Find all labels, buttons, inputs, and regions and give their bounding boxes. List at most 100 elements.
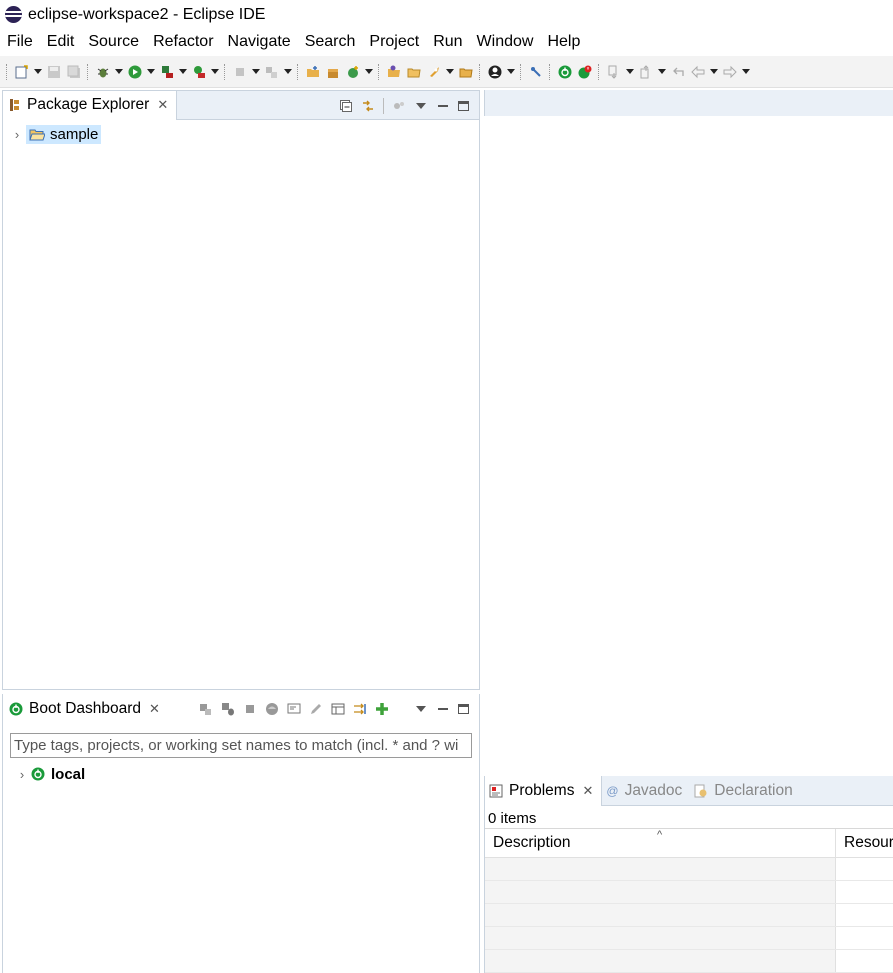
profile-icon[interactable] xyxy=(485,62,505,82)
debug-icon[interactable] xyxy=(93,62,113,82)
menu-file[interactable]: File xyxy=(7,33,33,51)
sort-caret-icon: ^ xyxy=(657,829,663,841)
maximize-icon[interactable] xyxy=(458,100,469,111)
toolbar-separator xyxy=(224,63,227,80)
new-dropdown[interactable] xyxy=(32,62,44,82)
external-tools-icon[interactable] xyxy=(189,62,209,82)
menu-window[interactable]: Window xyxy=(477,33,534,51)
column-header-resource[interactable]: Resourc xyxy=(836,829,893,857)
tab-label: Declaration xyxy=(714,781,793,799)
spring-boot-icon xyxy=(9,702,23,715)
boot-dashboard-tools xyxy=(198,694,390,723)
chevron-right-icon[interactable]: › xyxy=(16,767,28,782)
stop-icon[interactable] xyxy=(242,701,258,717)
tree-item-selection[interactable]: sample xyxy=(26,124,102,144)
tree-item-label: sample xyxy=(50,125,99,143)
title-bar: eclipse-workspace2 - Eclipse IDE xyxy=(0,0,893,29)
maximize-icon[interactable] xyxy=(458,703,469,714)
menu-bar: File Edit Source Refactor Navigate Searc… xyxy=(0,29,893,54)
run-icon[interactable] xyxy=(125,62,145,82)
profile-dropdown[interactable] xyxy=(505,62,517,82)
tree-item-label: local xyxy=(51,765,86,783)
spring-boot-icon[interactable] xyxy=(555,62,575,82)
close-icon[interactable]: ✕ xyxy=(157,97,168,113)
expose-icon[interactable] xyxy=(352,701,368,717)
tree-item-local[interactable]: › local xyxy=(3,762,479,786)
problems-tabbar: Problems ✕ @ Javadoc Declaration xyxy=(485,775,893,806)
toolbar-separator xyxy=(549,63,552,80)
tree-item-sample[interactable]: › sample xyxy=(3,122,479,146)
new-icon[interactable] xyxy=(12,62,32,82)
pin-icon[interactable] xyxy=(526,62,546,82)
console-icon[interactable] xyxy=(286,701,302,717)
external-tools-dropdown[interactable] xyxy=(209,62,221,82)
editor-area[interactable] xyxy=(484,90,893,772)
skip-dropdown xyxy=(282,62,294,82)
minimize-icon[interactable] xyxy=(436,702,450,716)
link-with-editor-icon[interactable] xyxy=(361,99,375,113)
collapse-all-icon[interactable] xyxy=(339,99,353,113)
table-row xyxy=(485,927,893,950)
menu-run[interactable]: Run xyxy=(433,33,462,51)
problems-view: Problems ✕ @ Javadoc Declaration 0 items… xyxy=(484,775,893,973)
tab-boot-dashboard[interactable]: Boot Dashboard ✕ xyxy=(3,694,168,723)
toolbar-separator xyxy=(87,63,90,80)
table-cell xyxy=(485,858,836,880)
filters-icon[interactable] xyxy=(392,99,406,113)
filter-input[interactable] xyxy=(14,737,468,754)
minimize-icon[interactable] xyxy=(436,99,450,113)
edit-icon[interactable] xyxy=(308,701,324,717)
open-resource-icon[interactable] xyxy=(404,62,424,82)
spring-boot-icon xyxy=(31,767,45,781)
toolbar-separator xyxy=(598,63,601,80)
add-icon[interactable] xyxy=(374,701,390,717)
menu-search[interactable]: Search xyxy=(305,33,356,51)
table-cell xyxy=(485,950,836,972)
filter-field[interactable] xyxy=(10,733,472,758)
open-folder-icon[interactable] xyxy=(456,62,476,82)
run-dropdown[interactable] xyxy=(145,62,157,82)
back-dropdown xyxy=(708,62,720,82)
boot-dashboard-view: Boot Dashboard ✕ › local xyxy=(2,694,480,973)
properties-icon[interactable] xyxy=(330,701,346,717)
next-annotation-icon xyxy=(604,62,624,82)
open-browser-icon[interactable] xyxy=(264,701,280,717)
coverage-dropdown[interactable] xyxy=(177,62,189,82)
toolbar-separator xyxy=(479,63,482,80)
new-package-icon[interactable] xyxy=(323,62,343,82)
menu-project[interactable]: Project xyxy=(369,33,419,51)
debug-start-icon[interactable] xyxy=(220,701,236,717)
chevron-right-icon[interactable]: › xyxy=(11,127,23,142)
toolbar-separator xyxy=(297,63,300,80)
new-class-icon[interactable] xyxy=(343,62,363,82)
rocket-dropdown[interactable] xyxy=(444,62,456,82)
tab-javadoc[interactable]: @ Javadoc xyxy=(602,776,690,806)
prev-annotation-icon xyxy=(636,62,656,82)
menu-navigate[interactable]: Navigate xyxy=(228,33,291,51)
table-cell xyxy=(836,927,893,949)
view-menu-icon[interactable] xyxy=(414,99,428,113)
debug-dropdown[interactable] xyxy=(113,62,125,82)
menu-source[interactable]: Source xyxy=(88,33,139,51)
table-cell xyxy=(485,904,836,926)
menu-help[interactable]: Help xyxy=(547,33,580,51)
new-class-dropdown[interactable] xyxy=(363,62,375,82)
tab-label: Javadoc xyxy=(624,781,683,799)
table-cell xyxy=(836,950,893,972)
open-type-icon[interactable] xyxy=(384,62,404,82)
boot-dashboard-view-tools xyxy=(414,694,469,723)
view-menu-icon[interactable] xyxy=(414,702,428,716)
tab-package-explorer[interactable]: Package Explorer ✕ xyxy=(3,90,178,120)
close-icon[interactable]: ✕ xyxy=(149,701,160,717)
close-icon[interactable]: ✕ xyxy=(582,783,593,799)
package-explorer-view: Package Explorer ✕ › sample xyxy=(2,90,480,690)
menu-edit[interactable]: Edit xyxy=(47,33,75,51)
start-icon[interactable] xyxy=(198,701,214,717)
tab-declaration[interactable]: Declaration xyxy=(690,776,800,806)
tab-problems[interactable]: Problems ✕ xyxy=(485,775,603,806)
new-java-project-icon[interactable] xyxy=(303,62,323,82)
rocket-icon[interactable] xyxy=(424,62,444,82)
coverage-icon[interactable] xyxy=(157,62,177,82)
menu-refactor[interactable]: Refactor xyxy=(153,33,213,51)
spring-boot-alert-icon[interactable] xyxy=(575,62,595,82)
